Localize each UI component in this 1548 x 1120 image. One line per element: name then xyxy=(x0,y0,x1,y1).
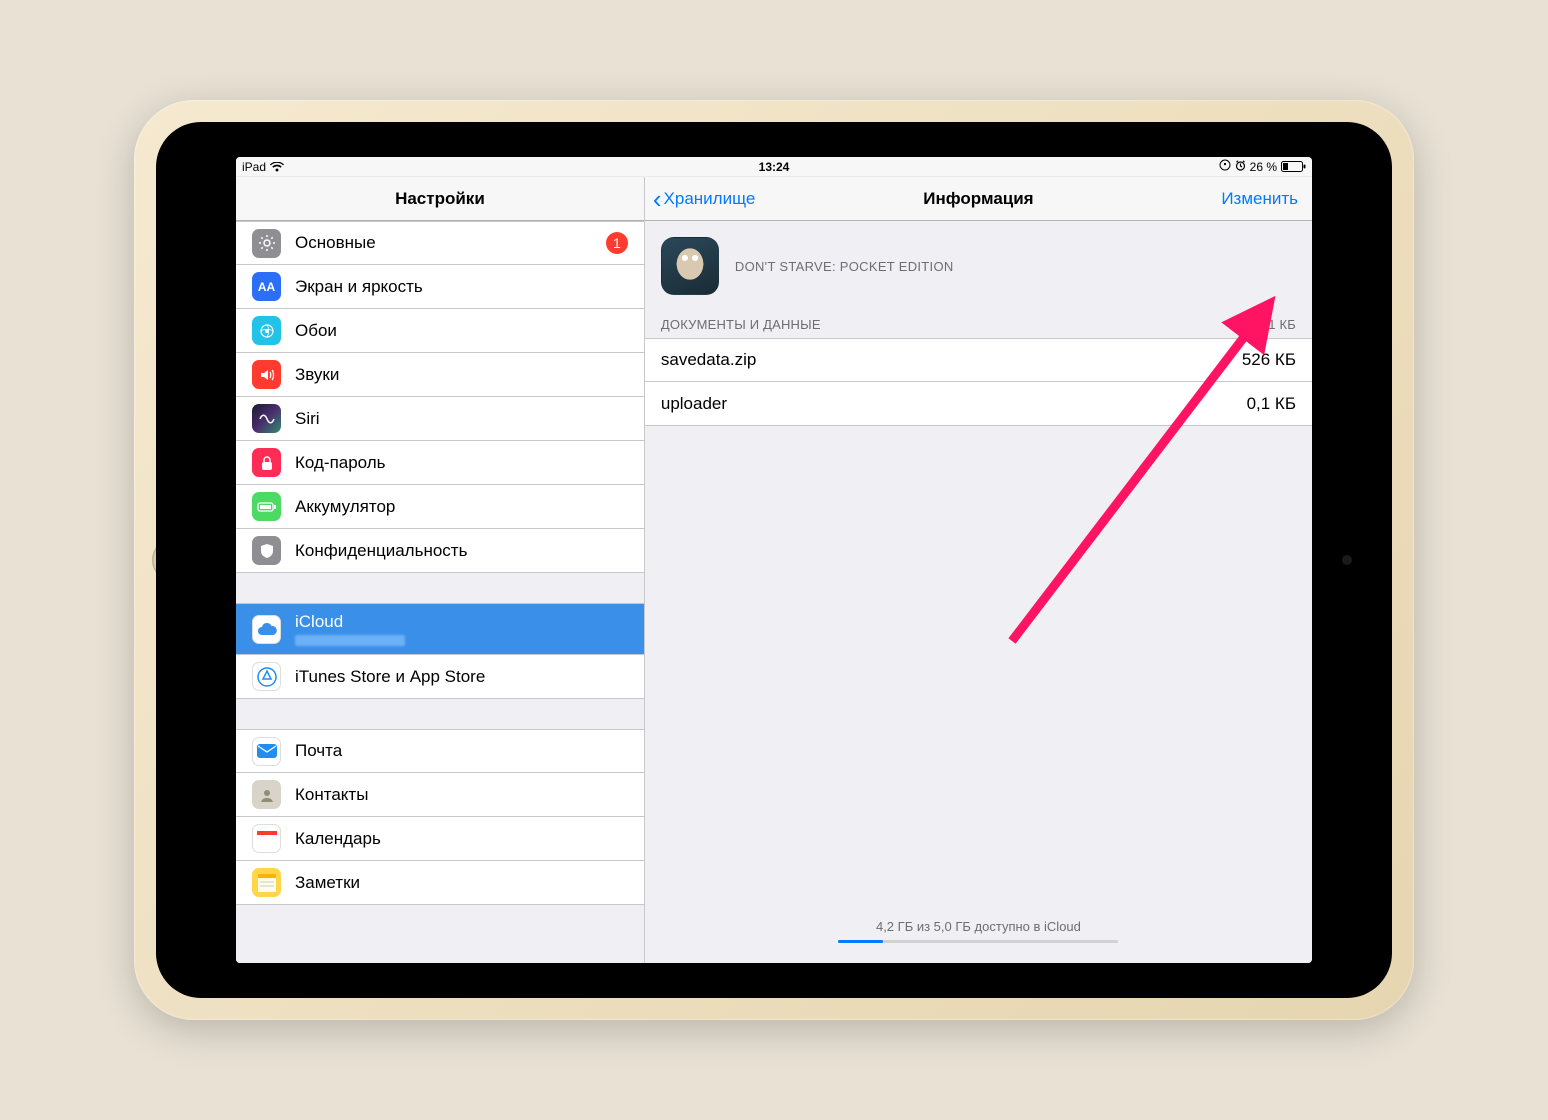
sidebar-item-label: Конфиденциальность xyxy=(295,541,467,561)
sidebar-item-label: Код-пароль xyxy=(295,453,386,473)
sidebar-item-appstore[interactable]: iTunes Store и App Store xyxy=(236,655,644,699)
section-total: 526,1 КБ xyxy=(1242,317,1296,332)
storage-bar xyxy=(838,940,1118,943)
document-row[interactable]: savedata.zip 526 КБ xyxy=(645,338,1312,382)
sidebar-item-battery[interactable]: Аккумулятор xyxy=(236,485,644,529)
document-size: 0,1 КБ xyxy=(1247,394,1296,414)
sidebar-item-label: Контакты xyxy=(295,785,368,805)
appstore-icon xyxy=(252,662,281,691)
screen: iPad 13:24 26 % xyxy=(236,157,1312,963)
sidebar-item-label: Заметки xyxy=(295,873,360,893)
sound-icon xyxy=(252,360,281,389)
section-title: ДОКУМЕНТЫ И ДАННЫЕ xyxy=(661,317,821,332)
document-name: savedata.zip xyxy=(661,350,756,370)
section-header: ДОКУМЕНТЫ И ДАННЫЕ 526,1 КБ xyxy=(645,311,1312,338)
back-label: Хранилище xyxy=(664,189,756,209)
sidebar-item-label: Аккумулятор xyxy=(295,497,395,517)
device-bezel: iPad 13:24 26 % xyxy=(156,122,1392,998)
gear-icon xyxy=(252,229,281,258)
master-title: Настройки xyxy=(395,189,485,209)
edit-button[interactable]: Изменить xyxy=(1221,189,1298,209)
passcode-icon xyxy=(252,448,281,477)
detail-title: Информация xyxy=(923,189,1033,209)
mail-icon xyxy=(252,737,281,766)
storage-bar-fill xyxy=(838,940,883,943)
storage-footer-text: 4,2 ГБ из 5,0 ГБ доступно в iCloud xyxy=(876,919,1081,934)
detail-navbar: ‹ Хранилище Информация Изменить xyxy=(645,177,1312,221)
document-name: uploader xyxy=(661,394,727,414)
sidebar-item-label: Календарь xyxy=(295,829,381,849)
sidebar-item-label: Основные xyxy=(295,233,376,253)
sidebar-item-label: Почта xyxy=(295,741,342,761)
settings-sidebar: Настройки Основные 1 AA Экран и яркость xyxy=(236,177,645,963)
sidebar-item-mail[interactable]: Почта xyxy=(236,729,644,773)
wallpaper-icon xyxy=(252,316,281,345)
sidebar-item-passcode[interactable]: Код-пароль xyxy=(236,441,644,485)
orientation-lock-icon xyxy=(1219,159,1231,174)
back-button[interactable]: ‹ Хранилище xyxy=(653,186,755,212)
status-bar: iPad 13:24 26 % xyxy=(236,157,1312,177)
sidebar-item-label: Обои xyxy=(295,321,337,341)
sidebar-item-label: iTunes Store и App Store xyxy=(295,667,485,687)
master-navbar: Настройки xyxy=(236,177,644,221)
battery-icon xyxy=(1281,161,1306,172)
clock: 13:24 xyxy=(759,160,790,174)
ipad-frame: iPad 13:24 26 % xyxy=(134,100,1414,1020)
sidebar-item-label: iCloud xyxy=(295,612,405,632)
sidebar-item-contacts[interactable]: Контакты xyxy=(236,773,644,817)
device-label: iPad xyxy=(242,160,266,174)
sidebar-item-notes[interactable]: Заметки xyxy=(236,861,644,905)
icloud-icon xyxy=(252,615,281,644)
sidebar-item-label: Экран и яркость xyxy=(295,277,423,297)
contacts-icon xyxy=(252,780,281,809)
alarm-icon xyxy=(1235,160,1246,174)
settings-list[interactable]: Основные 1 AA Экран и яркость Обои xyxy=(236,221,644,963)
battery-setting-icon xyxy=(252,492,281,521)
icloud-account-blur xyxy=(295,635,405,646)
notification-badge: 1 xyxy=(606,232,628,254)
sidebar-item-icloud[interactable]: iCloud xyxy=(236,603,644,655)
sidebar-item-label: Звуки xyxy=(295,365,339,385)
document-size: 526 КБ xyxy=(1242,350,1296,370)
detail-pane: ‹ Хранилище Информация Изменить DON'T ST… xyxy=(645,177,1312,963)
storage-footer: 4,2 ГБ из 5,0 ГБ доступно в iCloud xyxy=(645,919,1312,943)
sidebar-item-sounds[interactable]: Звуки xyxy=(236,353,644,397)
notes-icon xyxy=(252,868,281,897)
app-name: DON'T STARVE: POCKET EDITION xyxy=(735,259,954,274)
siri-icon xyxy=(252,404,281,433)
chevron-left-icon: ‹ xyxy=(653,186,662,212)
sidebar-item-general[interactable]: Основные 1 xyxy=(236,221,644,265)
battery-percent: 26 % xyxy=(1250,160,1277,174)
app-icon xyxy=(661,237,719,295)
app-header: DON'T STARVE: POCKET EDITION xyxy=(645,221,1312,311)
wifi-icon xyxy=(270,162,284,172)
sidebar-item-label: Siri xyxy=(295,409,320,429)
front-camera xyxy=(1342,555,1352,565)
sidebar-item-display[interactable]: AA Экран и яркость xyxy=(236,265,644,309)
document-row[interactable]: uploader 0,1 КБ xyxy=(645,382,1312,426)
sidebar-item-siri[interactable]: Siri xyxy=(236,397,644,441)
sidebar-item-privacy[interactable]: Конфиденциальность xyxy=(236,529,644,573)
privacy-icon xyxy=(252,536,281,565)
display-icon: AA xyxy=(252,272,281,301)
detail-body[interactable]: DON'T STARVE: POCKET EDITION ДОКУМЕНТЫ И… xyxy=(645,221,1312,963)
sidebar-item-wallpaper[interactable]: Обои xyxy=(236,309,644,353)
sidebar-item-calendar[interactable]: Календарь xyxy=(236,817,644,861)
calendar-icon xyxy=(252,824,281,853)
